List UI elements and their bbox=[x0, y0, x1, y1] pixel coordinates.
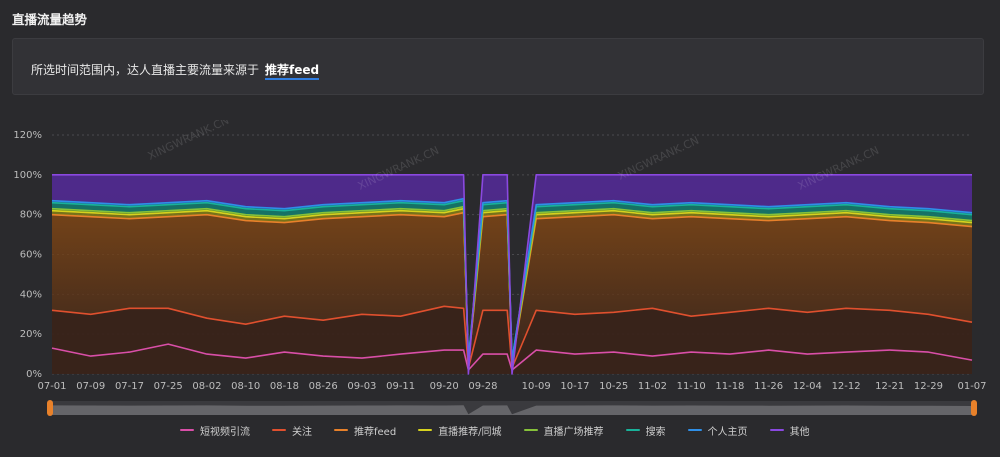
y-tick-label: 20% bbox=[20, 329, 42, 340]
x-tick-label: 08-18 bbox=[270, 381, 299, 392]
legend-item[interactable]: 直播推荐/同城 bbox=[418, 423, 502, 438]
legend-swatch bbox=[625, 429, 640, 431]
legend-swatch bbox=[180, 429, 194, 431]
x-tick-label: 10-17 bbox=[560, 381, 589, 392]
legend-label: 直播推荐/同城 bbox=[438, 426, 502, 438]
legend-swatch bbox=[687, 429, 702, 431]
legend-item[interactable]: 关注 bbox=[272, 423, 312, 438]
legend-item[interactable]: 个人主页 bbox=[687, 423, 748, 438]
legend-item[interactable]: 其他 bbox=[769, 423, 810, 438]
x-tick-label: 09-03 bbox=[347, 381, 376, 392]
x-tick-label: 08-26 bbox=[309, 381, 338, 392]
legend-item[interactable]: 直播广场推荐 bbox=[523, 423, 604, 438]
x-tick-label: 07-09 bbox=[76, 381, 105, 392]
legend-swatch bbox=[334, 429, 348, 431]
x-tick-label: 12-29 bbox=[914, 381, 943, 392]
x-tick-label: 09-11 bbox=[386, 381, 415, 392]
x-tick-label: 01-07 bbox=[957, 381, 986, 392]
legend-item[interactable]: 搜索 bbox=[625, 423, 666, 438]
x-tick-label: 07-01 bbox=[37, 381, 66, 392]
y-tick-label: 40% bbox=[20, 289, 42, 300]
x-tick-label: 07-25 bbox=[154, 381, 183, 392]
zoom-slider-handle[interactable] bbox=[47, 400, 53, 416]
x-tick-label: 11-10 bbox=[677, 381, 706, 392]
insight-sentence: 所选时间范围内，达人直播主要流量来源于 bbox=[31, 63, 260, 77]
x-tick-label: 12-12 bbox=[832, 381, 861, 392]
traffic-trend-panel: 直播流量趋势 所选时间范围内，达人直播主要流量来源于 推荐feed 0% 20% 40… bbox=[0, 0, 1000, 457]
x-tick-label: 11-26 bbox=[754, 381, 783, 392]
legend-label: 直播广场推荐 bbox=[543, 426, 604, 438]
page-title: 直播流量趋势 bbox=[12, 12, 88, 27]
y-tick-label: 60% bbox=[20, 250, 42, 261]
x-tick-label: 10-25 bbox=[599, 381, 628, 392]
x-tick-label: 11-18 bbox=[715, 381, 744, 392]
y-tick-label: 0% bbox=[26, 369, 42, 380]
legend-label: 搜索 bbox=[645, 426, 666, 438]
x-tick-label: 12-04 bbox=[793, 381, 822, 392]
legend-swatch bbox=[272, 429, 286, 431]
legend-item[interactable]: 推荐feed bbox=[334, 423, 396, 438]
insight-box: 所选时间范围内，达人直播主要流量来源于 推荐feed bbox=[12, 38, 984, 95]
insight-text: 所选时间范围内，达人直播主要流量来源于 推荐feed bbox=[31, 61, 320, 80]
legend-label: 推荐feed bbox=[354, 426, 397, 438]
x-tick-label: 09-20 bbox=[430, 381, 459, 392]
legend-label: 其他 bbox=[789, 426, 810, 438]
y-tick-label: 80% bbox=[20, 210, 42, 221]
x-tick-label: 08-02 bbox=[192, 381, 221, 392]
legend-label: 个人主页 bbox=[707, 426, 748, 438]
legend-swatch bbox=[418, 429, 433, 431]
traffic-area-chart: 0% 20% 40% 60% 80% 100% 120% 07-01 07-09 07-17 07-… bbox=[13, 120, 987, 416]
legend-swatch bbox=[523, 429, 538, 431]
legend-label: 短视频引流 bbox=[200, 426, 250, 438]
legend-label: 关注 bbox=[292, 426, 312, 438]
x-tick-label: 08-10 bbox=[231, 381, 260, 392]
y-tick-label: 100% bbox=[13, 170, 42, 181]
legend-item[interactable]: 短视频引流 bbox=[180, 423, 250, 438]
x-tick-label: 09-28 bbox=[468, 381, 497, 392]
watermark: XINGWRANK.CN bbox=[146, 120, 231, 163]
chart-legend: 短视频引流 关注 推荐feed 直播推荐/同城 直播广场推荐 搜索 个人主页 其他 bbox=[180, 421, 832, 439]
zoom-slider-handle[interactable] bbox=[971, 400, 977, 416]
y-tick-label: 120% bbox=[13, 130, 42, 141]
x-tick-label: 11-02 bbox=[638, 381, 667, 392]
insight-highlight-link[interactable]: 推荐feed bbox=[265, 63, 320, 80]
x-tick-label: 10-09 bbox=[522, 381, 551, 392]
legend-swatch bbox=[769, 429, 784, 431]
x-tick-label: 07-17 bbox=[115, 381, 144, 392]
x-tick-label: 12-21 bbox=[875, 381, 904, 392]
